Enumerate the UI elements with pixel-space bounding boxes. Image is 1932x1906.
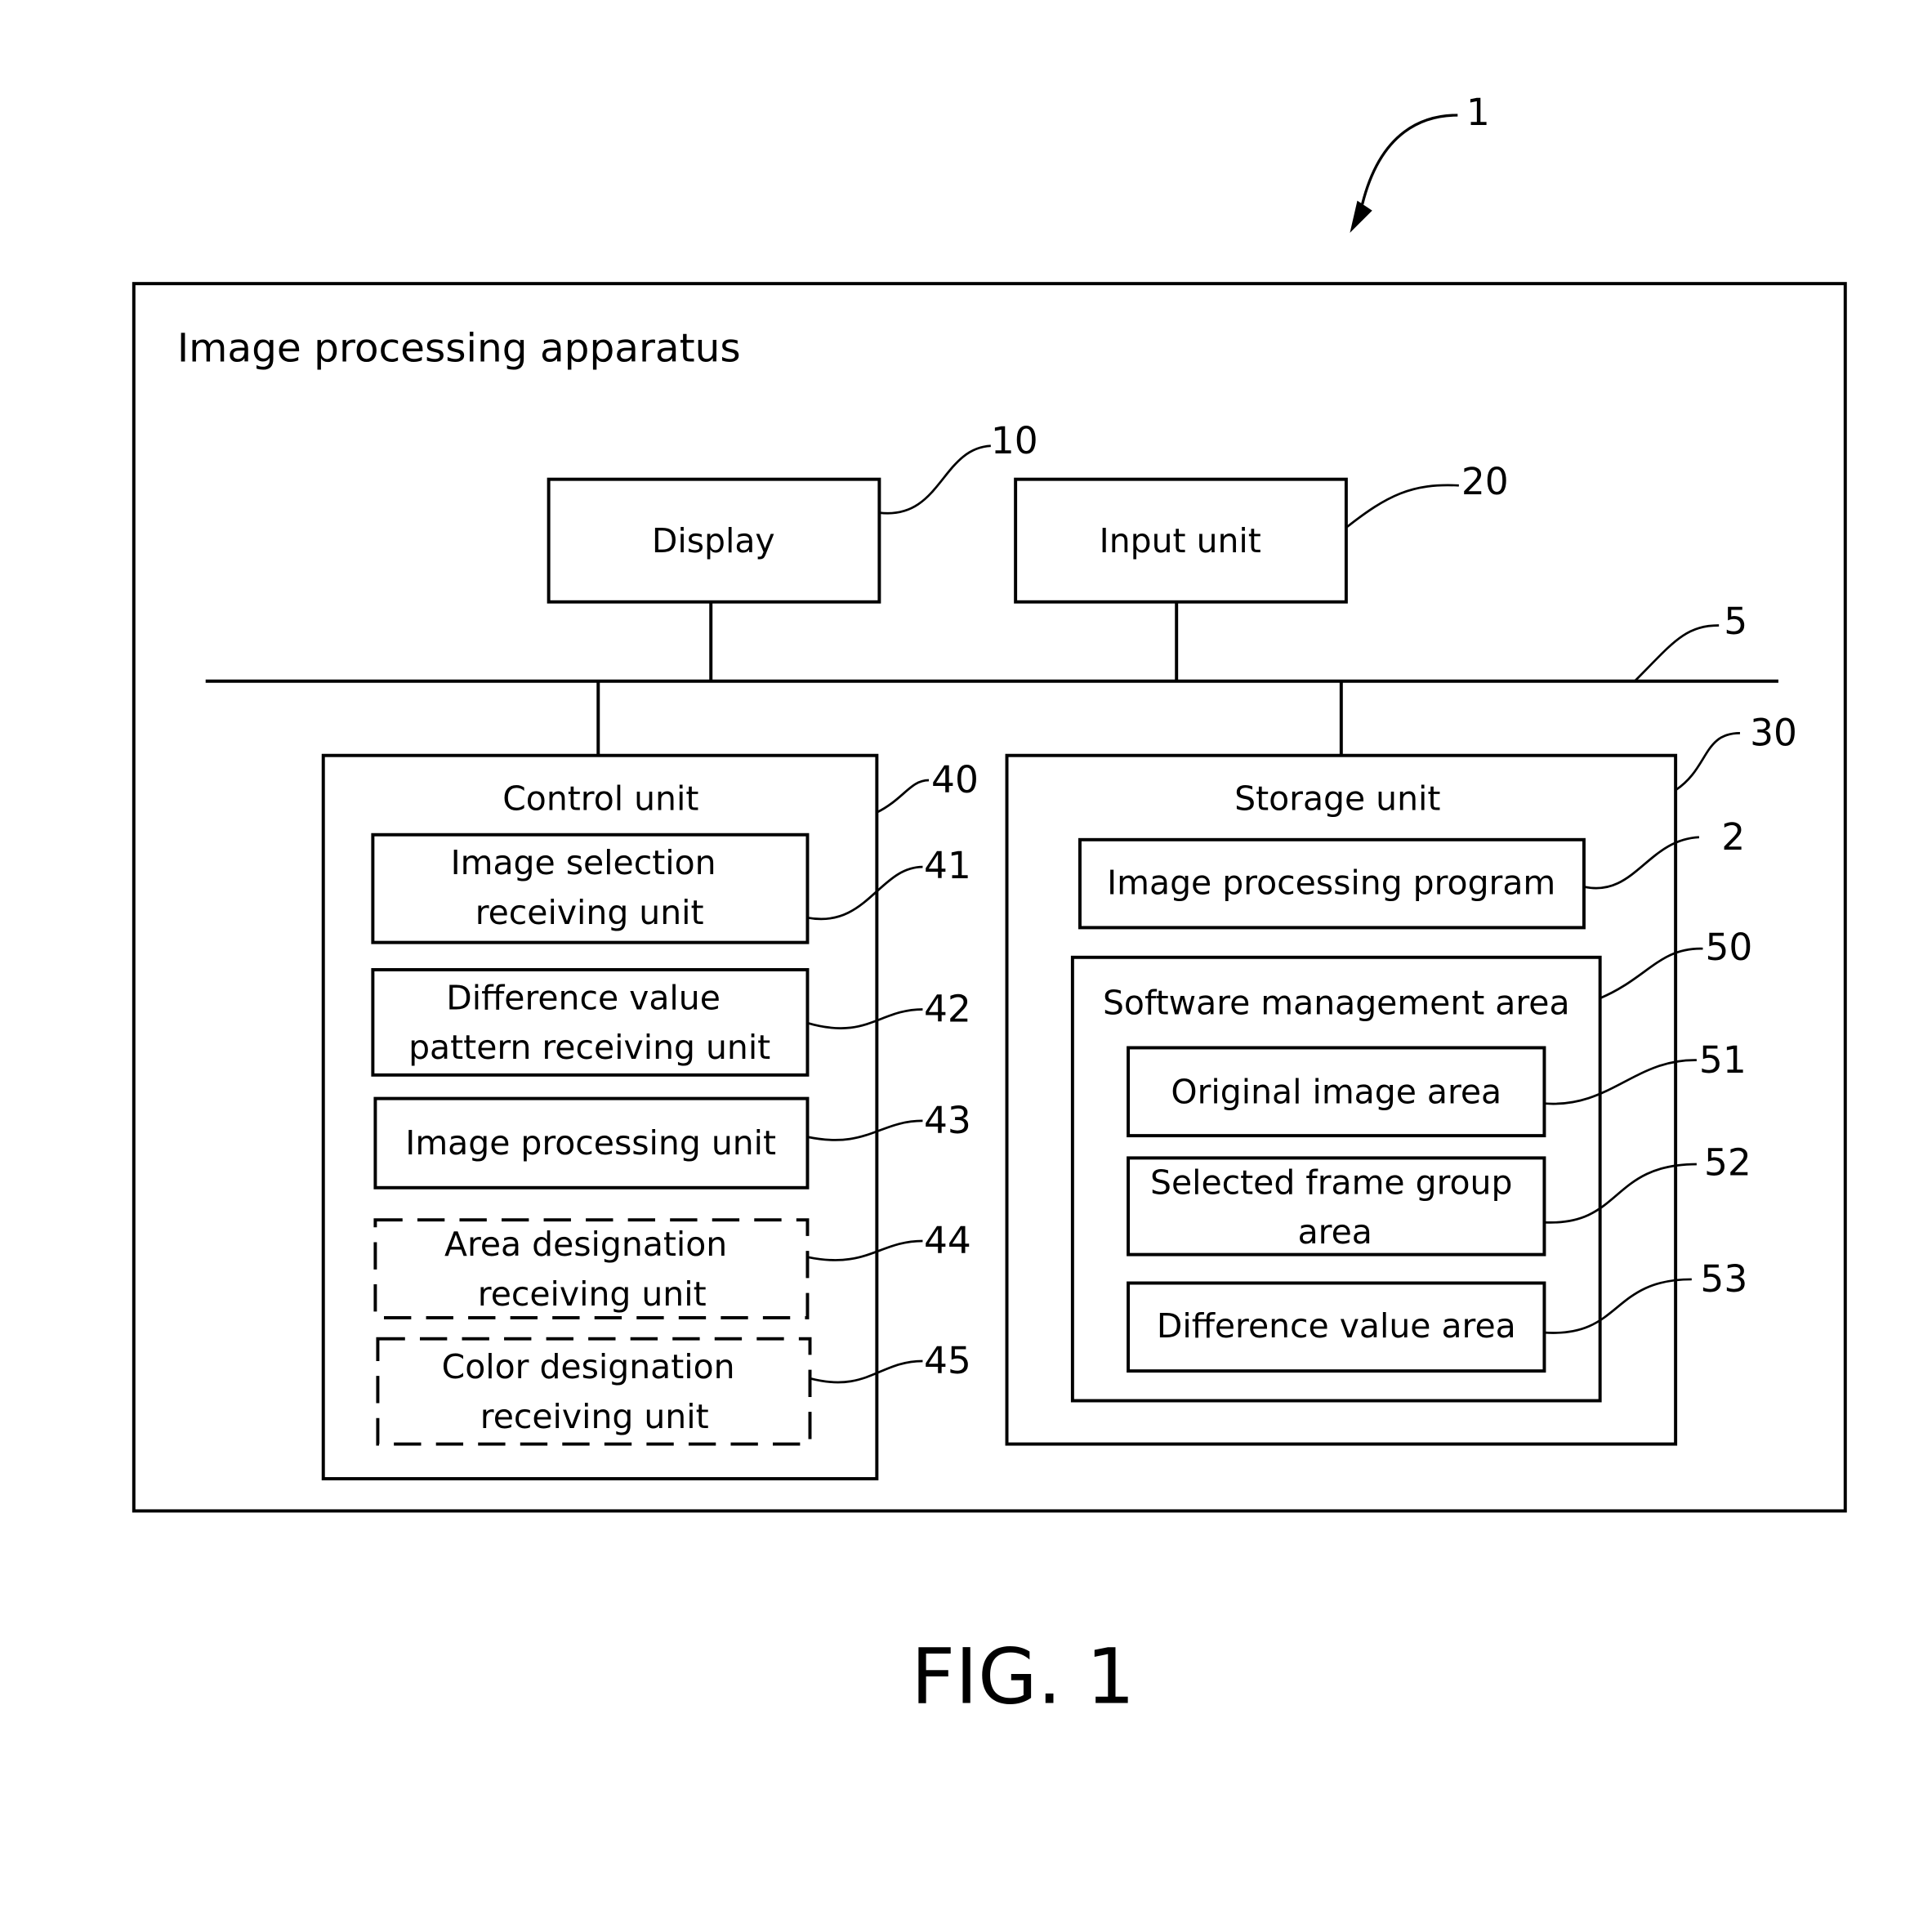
- storage-unit-label: Storage unit: [1234, 779, 1440, 818]
- ref-41: 41: [924, 844, 971, 887]
- ref-40: 40: [931, 758, 979, 801]
- software-management-area-label: Software management area: [1103, 984, 1570, 1023]
- ref-42: 42: [924, 988, 971, 1031]
- difference-value-area-label: Difference value area: [1157, 1306, 1516, 1346]
- ref-44: 44: [924, 1219, 971, 1262]
- original-image-area-label: Original image area: [1171, 1073, 1501, 1112]
- ref-1: 1: [1466, 91, 1490, 134]
- selected-frame-group-area-label-2: area: [1298, 1212, 1372, 1252]
- input-unit-label: Input unit: [1100, 521, 1261, 560]
- selected-frame-group-area-label-1: Selected frame group: [1150, 1163, 1512, 1202]
- image-processing-unit-label: Image processing unit: [405, 1123, 776, 1163]
- display-label: Display: [652, 521, 775, 560]
- ref-10: 10: [991, 419, 1038, 462]
- control-unit-label: Control unit: [502, 779, 698, 818]
- apparatus-title: Image processing apparatus: [177, 326, 741, 372]
- image-selection-receiving-unit-label-1: Image selection: [451, 843, 716, 882]
- ref-50: 50: [1706, 926, 1753, 969]
- ref-45: 45: [924, 1339, 971, 1382]
- image-selection-receiving-unit-label-2: receiving unit: [475, 893, 704, 932]
- apparatus-leader-arrow: [1360, 114, 1458, 205]
- ref-5: 5: [1724, 600, 1747, 643]
- difference-value-pattern-receiving-unit-label-1: Difference value: [446, 978, 721, 1017]
- ref-52: 52: [1704, 1141, 1751, 1185]
- area-designation-receiving-unit-label-1: Area designation: [444, 1225, 727, 1264]
- color-designation-receiving-unit-label-1: Color designation: [442, 1347, 735, 1386]
- block-diagram: 1 Image processing apparatus Display 10 …: [132, 91, 1847, 1721]
- arrowhead-icon: [1350, 200, 1372, 233]
- image-processing-program-label: Image processing program: [1107, 863, 1555, 902]
- difference-value-pattern-receiving-unit-label-2: pattern receiving unit: [408, 1028, 770, 1067]
- ref-30: 30: [1750, 712, 1797, 755]
- ref-20: 20: [1461, 460, 1509, 503]
- ref-2: 2: [1721, 815, 1745, 859]
- ref-51: 51: [1699, 1038, 1747, 1082]
- ref-53: 53: [1700, 1257, 1747, 1301]
- color-designation-receiving-unit-label-2: receiving unit: [480, 1397, 709, 1436]
- area-designation-receiving-unit-label-2: receiving unit: [478, 1274, 707, 1314]
- ref-43: 43: [924, 1099, 971, 1142]
- figure-caption: FIG. 1: [911, 1632, 1135, 1721]
